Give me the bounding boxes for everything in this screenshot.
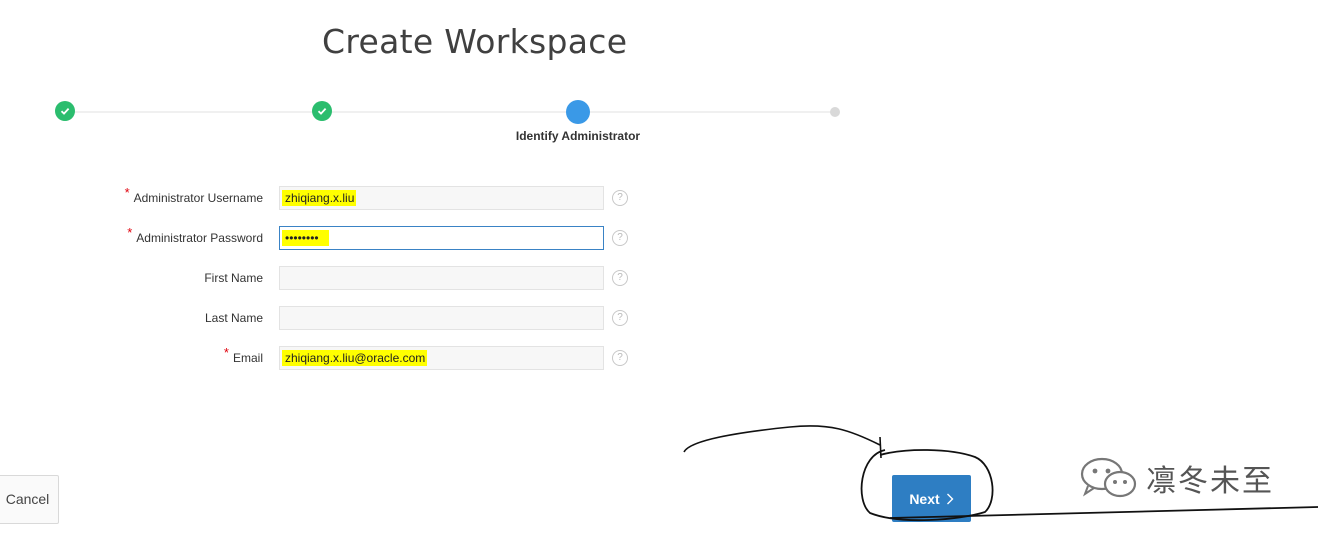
watermark: 凛冬未至 bbox=[1080, 456, 1274, 500]
wechat-icon bbox=[1080, 457, 1137, 498]
watermark-text: 凛冬未至 bbox=[1146, 464, 1274, 499]
